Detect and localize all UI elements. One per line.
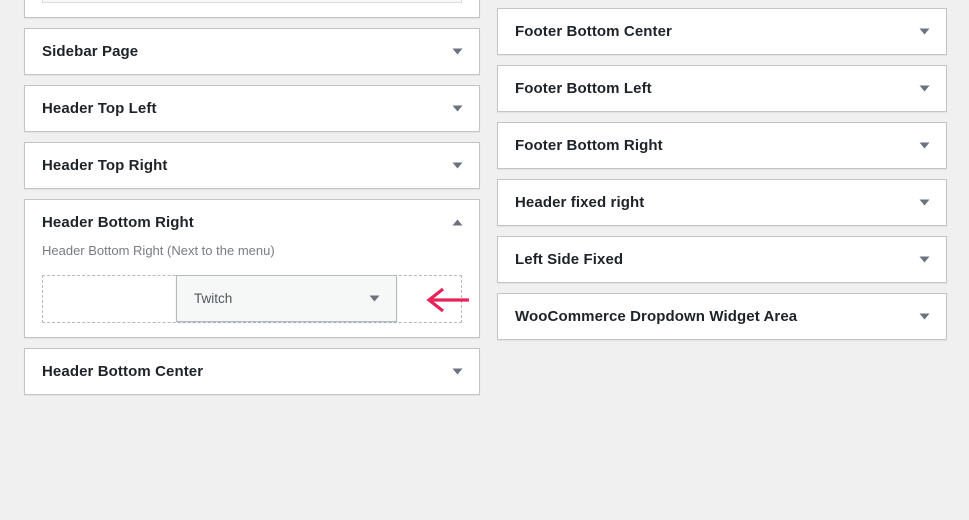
chevron-down-icon[interactable] xyxy=(916,138,932,154)
widget-area-header[interactable]: Header Top Right xyxy=(25,143,479,188)
widget-area-panel-sidebar-page[interactable]: Sidebar Page xyxy=(24,28,480,75)
chevron-down-icon[interactable] xyxy=(916,195,932,211)
widget-area-panel-footer-bottom-center[interactable]: Footer Bottom Center xyxy=(497,8,947,55)
widget-area-header[interactable]: Header Top Left xyxy=(25,86,479,131)
widget-drop-zone[interactable]: Twitch xyxy=(42,274,469,323)
chevron-down-icon[interactable] xyxy=(916,24,932,40)
chevron-down-icon[interactable] xyxy=(449,44,465,60)
widget-area-header[interactable]: WooCommerce Dropdown Widget Area xyxy=(498,294,946,339)
chevron-down-icon[interactable] xyxy=(916,252,932,268)
widget-area-panel-left-side-fixed[interactable]: Left Side Fixed xyxy=(497,236,947,283)
widget-area-header[interactable]: Footer Bottom Right xyxy=(498,123,946,168)
widget-area-panel-header-bottom-center[interactable]: Header Bottom Center xyxy=(24,347,480,395)
widget-areas-right-column: Footer Bottom Center Footer Bottom Left … xyxy=(497,0,947,350)
widgets-canvas: Categories Text: Question Sidebar Page xyxy=(0,0,969,520)
widget-area-title: Header fixed right xyxy=(515,194,645,211)
widget-area-panel-clipped[interactable]: Categories Text: Question xyxy=(24,0,480,18)
widget-area-title: Footer Bottom Left xyxy=(515,80,652,97)
chevron-down-icon[interactable] xyxy=(916,309,932,325)
widget-area-panel-footer-bottom-left[interactable]: Footer Bottom Left xyxy=(497,65,947,112)
widget-area-header[interactable]: Header fixed right xyxy=(498,180,946,225)
widget-area-panel-footer-bottom-right[interactable]: Footer Bottom Right xyxy=(497,122,947,169)
widget-block-twitch[interactable]: Twitch xyxy=(176,274,397,322)
chevron-down-icon[interactable] xyxy=(449,363,465,379)
chevron-down-icon[interactable] xyxy=(916,81,932,97)
widget-area-title: Header Bottom Right xyxy=(42,214,194,231)
widget-area-body: Header Bottom Right (Next to the menu) T… xyxy=(25,241,479,337)
widget-area-header[interactable]: Header Bottom Right xyxy=(25,200,479,245)
widget-block-text-question[interactable]: Text: Question xyxy=(42,0,462,3)
widget-area-title: Footer Bottom Right xyxy=(515,137,663,154)
widget-area-title: WooCommerce Dropdown Widget Area xyxy=(515,308,798,325)
chevron-down-icon[interactable] xyxy=(449,158,465,174)
widget-area-header[interactable]: Left Side Fixed xyxy=(498,237,946,282)
widget-area-panel-header-top-left[interactable]: Header Top Left xyxy=(24,85,480,132)
widget-area-title: Footer Bottom Center xyxy=(515,23,672,40)
widget-area-title: Header Bottom Center xyxy=(42,362,204,380)
chevron-up-icon[interactable] xyxy=(449,215,465,231)
widget-area-title: Header Top Left xyxy=(42,100,157,117)
widget-area-header[interactable]: Footer Bottom Left xyxy=(498,66,946,111)
chevron-down-icon[interactable] xyxy=(366,290,382,306)
widget-area-title: Sidebar Page xyxy=(42,43,139,60)
widget-area-title: Left Side Fixed xyxy=(515,251,624,268)
chevron-down-icon[interactable] xyxy=(449,101,465,117)
inner-widget-list: Categories Text: Question xyxy=(25,0,479,17)
arrow-left-icon xyxy=(413,286,473,314)
widget-areas-left-column: Categories Text: Question Sidebar Page xyxy=(24,0,480,405)
widget-block-title: Twitch xyxy=(194,290,233,306)
widget-area-panel-header-fixed-right[interactable]: Header fixed right xyxy=(497,179,947,226)
widget-area-panel-header-bottom-right[interactable]: Header Bottom Right Header Bottom Right … xyxy=(24,199,480,338)
widget-area-title: Header Top Right xyxy=(42,157,168,174)
widget-area-panel-woocommerce-dropdown-widget-area[interactable]: WooCommerce Dropdown Widget Area xyxy=(497,293,947,340)
widget-area-panel-header-top-right[interactable]: Header Top Right xyxy=(24,142,480,189)
widget-area-header[interactable]: Footer Bottom Center xyxy=(498,9,946,54)
widget-area-header[interactable]: Header Bottom Center xyxy=(25,349,479,394)
widget-area-header[interactable]: Sidebar Page xyxy=(25,29,479,74)
